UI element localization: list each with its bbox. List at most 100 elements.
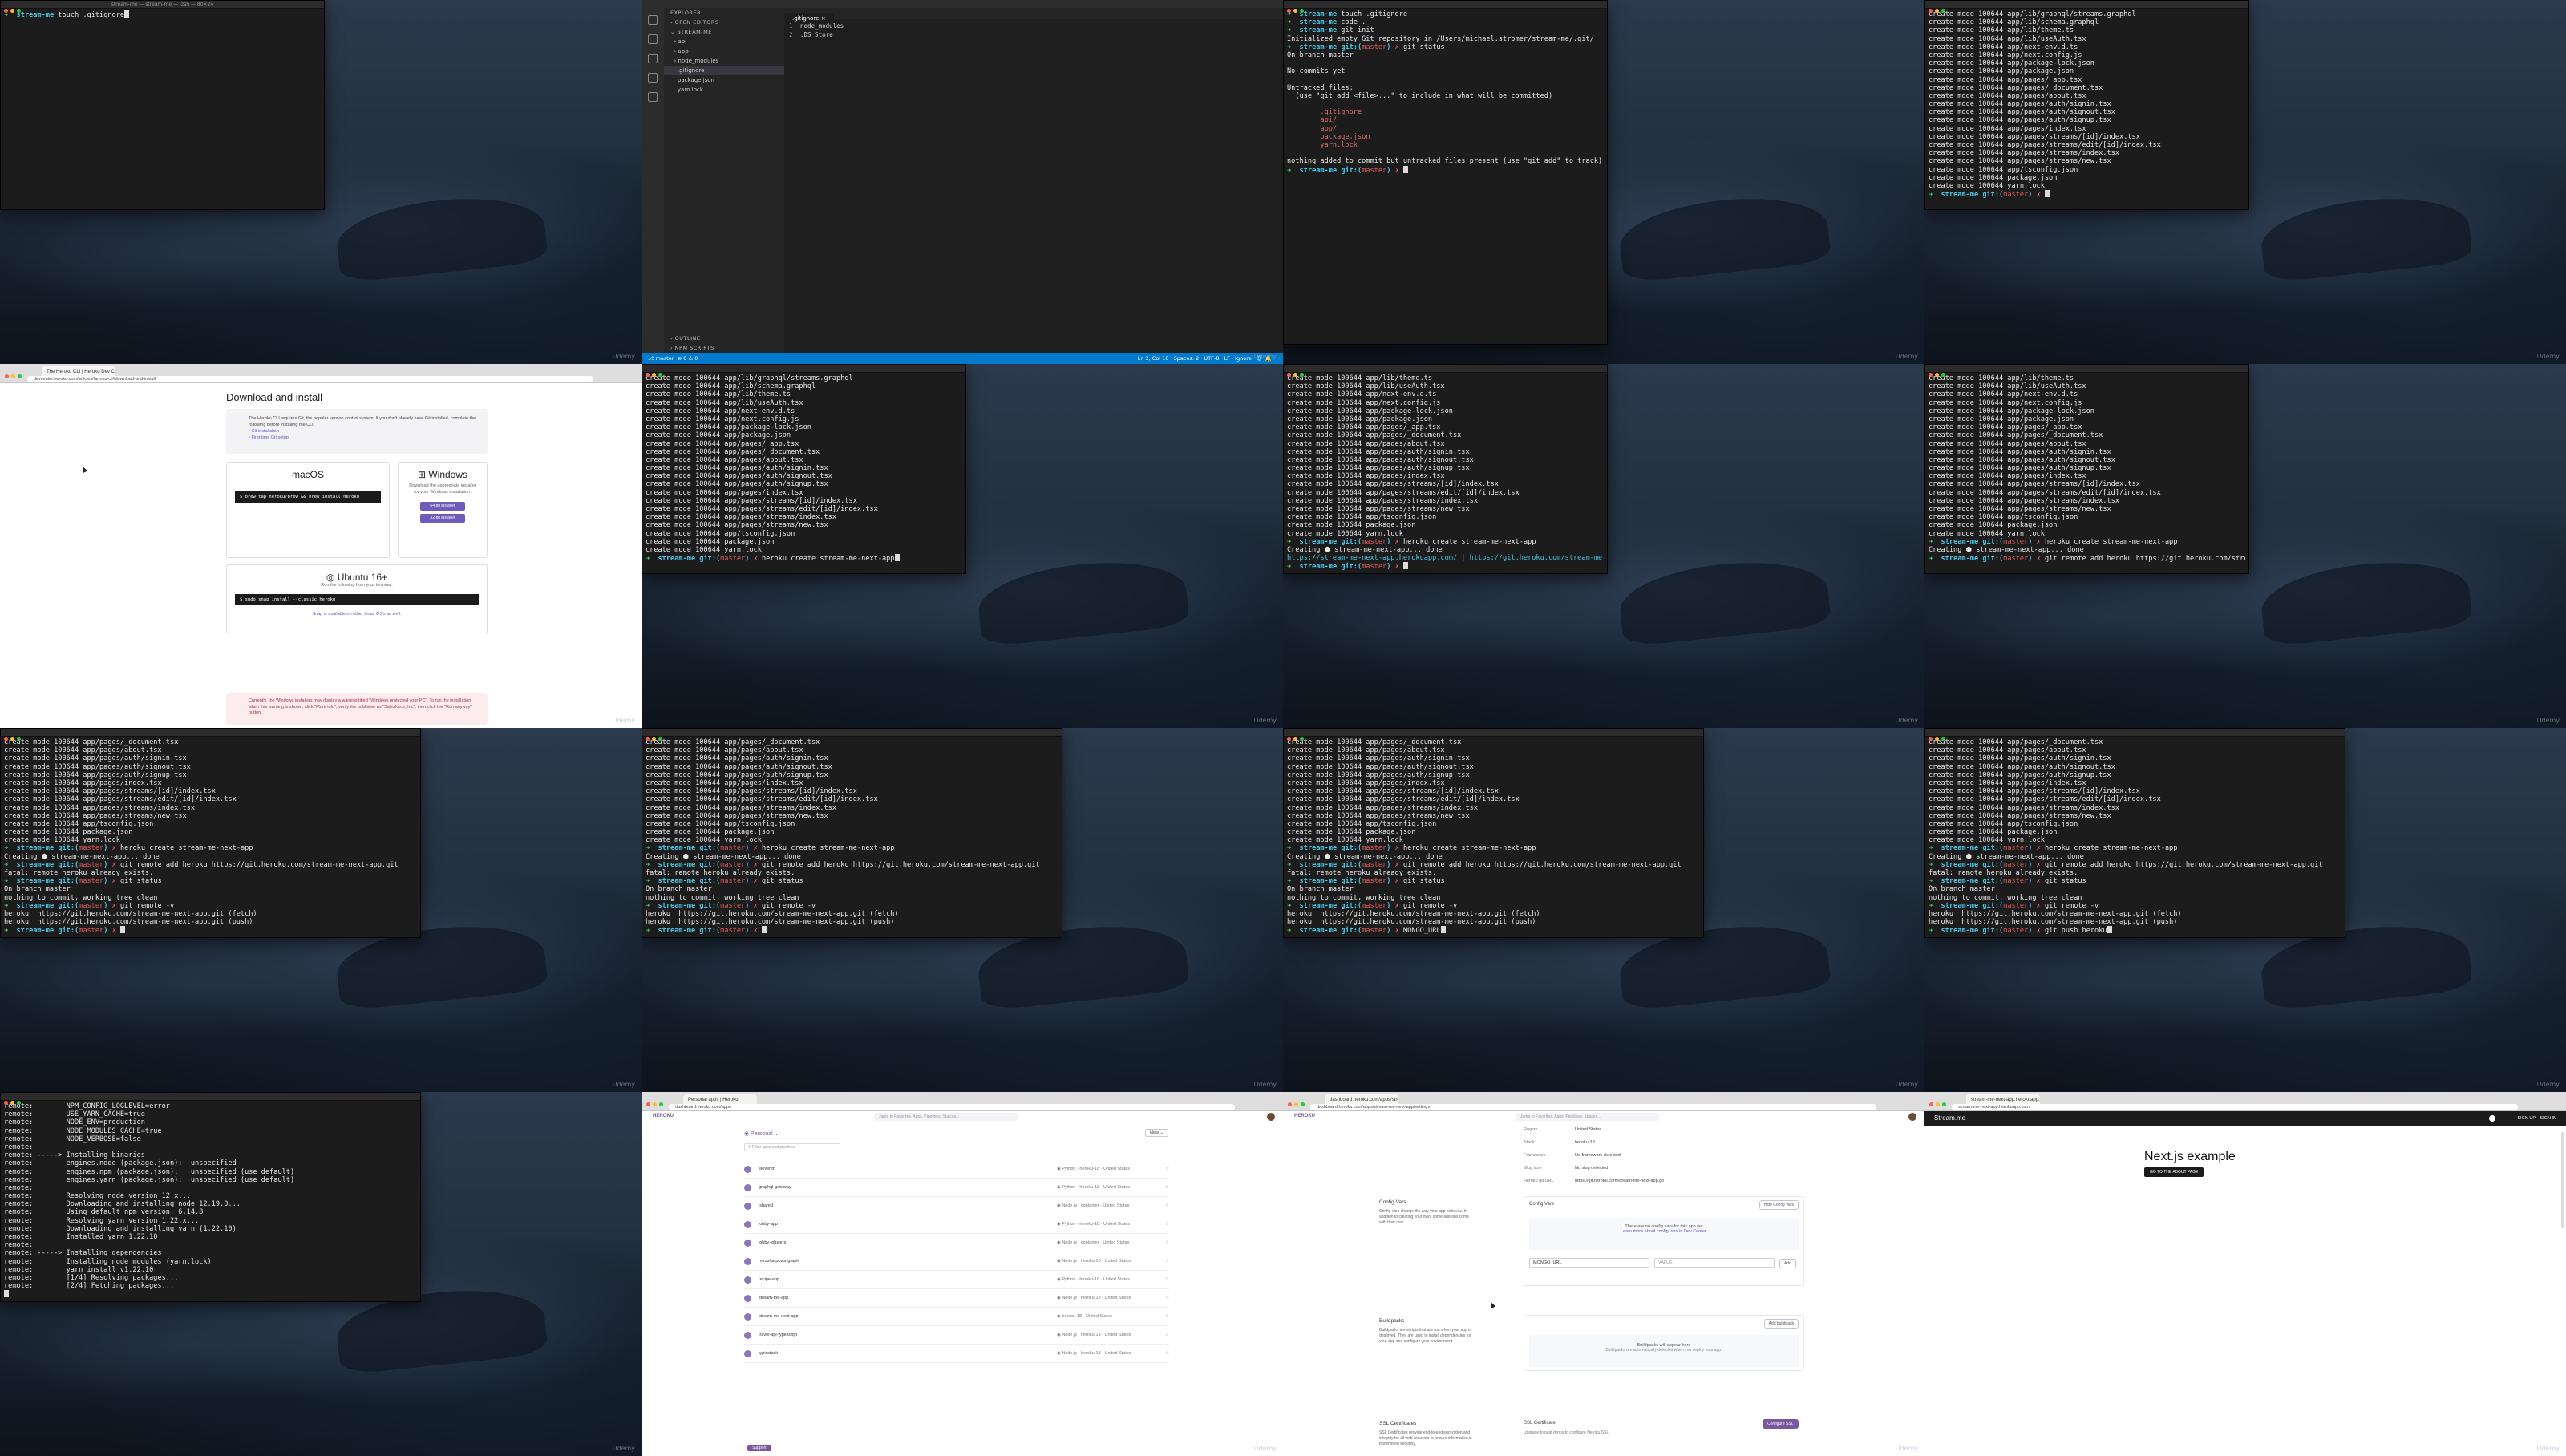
filter-input[interactable]: ⚲ Filter apps and pipelines xyxy=(744,1143,840,1151)
outline-section[interactable]: › OUTLINE xyxy=(664,334,701,343)
app-row[interactable]: graphql-gateway ◉ Python · heroku-18 · Un… xyxy=(744,1179,1169,1197)
64-bit-installer-button[interactable]: 64-bit installer xyxy=(420,502,465,511)
code-line[interactable]: 2 .DS_Store xyxy=(789,30,1278,39)
heroku-logo[interactable]: HEROKU xyxy=(1294,1114,1315,1118)
terminal-output[interactable]: create mode 100644 app/lib/graphql/strea… xyxy=(642,373,965,564)
terminal-output[interactable]: create mode 100644 app/pages/_document.t… xyxy=(642,737,1062,936)
debug-icon[interactable] xyxy=(648,73,658,83)
app-row[interactable]: stream-me-next-app ◉ heroku-18 · United S… xyxy=(744,1308,1169,1326)
app-name[interactable]: eleventh xyxy=(759,1167,775,1171)
new-button[interactable]: New ⌄ xyxy=(1145,1129,1169,1137)
star-icon[interactable]: ☆ xyxy=(1165,1240,1169,1245)
add-buildpack-button[interactable]: Add buildpack xyxy=(1763,1319,1799,1329)
terminal-output[interactable]: create mode 100644 app/lib/graphql/strea… xyxy=(1925,9,2248,200)
editor-area[interactable]: .gitignore × 1 node_modules 2 .DS_Store xyxy=(784,8,1283,353)
terminal-output[interactable]: create mode 100644 app/lib/theme.ts creat… xyxy=(1284,373,1607,572)
star-icon[interactable]: ☆ xyxy=(1165,1259,1169,1264)
window-controls[interactable] xyxy=(1929,2,1948,17)
star-icon[interactable]: ☆ xyxy=(1165,1222,1169,1227)
app-row[interactable]: ishared ◉ Node.js · container · United St… xyxy=(744,1198,1169,1215)
macos-command[interactable]: $ brew tap heroku/brew && brew install h… xyxy=(235,491,381,503)
file-tree-item[interactable]: .gitignore xyxy=(664,66,784,75)
title-bar[interactable] xyxy=(1284,1,1607,13)
app-row[interactable]: lobby-app ◉ Python · heroku-18 · United S… xyxy=(744,1216,1169,1234)
app-name[interactable]: stream-me-app xyxy=(759,1296,788,1300)
file-tree-item[interactable]: yarn.lock xyxy=(664,85,784,95)
star-icon[interactable]: ☆ xyxy=(1165,1314,1169,1319)
window-controls[interactable] xyxy=(1287,2,1306,17)
browser-window[interactable]: The Heroku CLI | Heroku Dev Centerdevcen… xyxy=(0,364,642,728)
file-tree-item[interactable]: › api xyxy=(664,37,784,47)
window-controls[interactable] xyxy=(1929,730,1948,745)
status-right[interactable]: Ln 2, Col 10 Spaces: 2 UTF-8 LF Ignore ☺… xyxy=(1138,353,1272,364)
sign-up-link[interactable]: SIGN UP xyxy=(2517,1111,2536,1126)
terminal-window[interactable]: create mode 100644 app/pages/_document.t… xyxy=(1283,728,1704,938)
title-bar[interactable]: stream-me — stream-me — -zsh — 80×24 xyxy=(1,1,324,13)
browser-window[interactable]: Personal apps | Heroku dashboard.heroku.c… xyxy=(642,1092,1283,1456)
browser-window[interactable]: dashboard.heroku.com/apps/stream-me-next… xyxy=(1283,1092,1924,1456)
terminal-window[interactable]: remote: NPM_CONFIG_LOGLEVEL=error remote:… xyxy=(0,1092,421,1302)
window-controls[interactable] xyxy=(1929,366,1948,381)
window-controls[interactable] xyxy=(5,368,24,382)
configure-ssl-button[interactable]: Configure SSL xyxy=(1763,1419,1799,1429)
info-value[interactable]: No framework detected xyxy=(1575,1153,1621,1158)
star-icon[interactable]: ☆ xyxy=(1165,1277,1169,1282)
code-editor[interactable]: 1 node_modules 2 .DS_Store xyxy=(784,19,1283,42)
title-bar[interactable] xyxy=(1925,365,2248,377)
title-bar[interactable] xyxy=(642,729,1062,741)
search-input[interactable]: Jump to Favorites, Apps, Pipelines, Spac… xyxy=(874,1113,1018,1121)
title-bar[interactable] xyxy=(1284,365,1607,377)
window-controls[interactable] xyxy=(1287,730,1306,745)
address-bar[interactable]: devcenter.heroku.com/articles/heroku-cli… xyxy=(27,376,593,382)
extensions-icon[interactable] xyxy=(648,92,658,102)
project-folder[interactable]: ⌄ STREAM-ME xyxy=(664,27,784,37)
terminal-window[interactable]: stream-me — stream-me — -zsh — 80×24 ➜ st… xyxy=(0,0,325,210)
npm-scripts-section[interactable]: › NPM SCRIPTS xyxy=(664,343,714,353)
window-controls[interactable] xyxy=(1288,1096,1307,1110)
window-controls[interactable] xyxy=(646,366,665,381)
title-bar[interactable] xyxy=(1925,729,2345,741)
vscode-window[interactable]: EXPLORER › OPEN EDITORS ⌄ STREAM-ME › api … xyxy=(642,0,1283,364)
terminal-window[interactable]: create mode 100644 app/lib/theme.ts creat… xyxy=(1283,364,1608,574)
star-icon[interactable]: ☆ xyxy=(1165,1333,1169,1337)
app-row[interactable]: typicstack ◉ Node.js · heroku-18 · United… xyxy=(744,1345,1169,1363)
source-control-icon[interactable] xyxy=(648,54,658,63)
terminal-output[interactable]: create mode 100644 app/pages/_document.t… xyxy=(1284,737,1703,936)
app-name[interactable]: mirosha-posts-graph xyxy=(759,1259,799,1264)
window-controls[interactable] xyxy=(4,730,23,745)
terminal-window[interactable]: create mode 100644 app/pages/_document.t… xyxy=(642,728,1062,938)
app-name[interactable]: graphql-gateway xyxy=(759,1185,791,1190)
app-name[interactable]: recipe-app xyxy=(759,1277,779,1282)
title-bar[interactable] xyxy=(642,365,965,377)
link-git-installation[interactable]: • Git installation xyxy=(249,428,481,435)
terminal-window[interactable]: create mode 100644 app/lib/graphql/strea… xyxy=(1924,0,2249,210)
info-value[interactable]: https://git.heroku.com/stream-me-next-ap… xyxy=(1575,1179,1664,1183)
file-tree-item[interactable]: › node_modules xyxy=(664,56,784,66)
app-name[interactable]: ishared xyxy=(759,1203,773,1208)
browser-window[interactable]: stream-me-next-app.herokuapp.comstream-m… xyxy=(1924,1092,2566,1456)
theme-toggle-icon[interactable] xyxy=(2489,1115,2495,1122)
32-bit-installer-button[interactable]: 32-bit installer xyxy=(420,514,465,523)
app-name[interactable]: typicstack xyxy=(759,1351,778,1356)
status-left[interactable]: ⎇ master ⊗ 0 ⚠ 0 xyxy=(648,355,698,362)
file-tree-item[interactable]: › app xyxy=(664,47,784,56)
avatar[interactable] xyxy=(1267,1113,1275,1121)
search-input[interactable]: Jump to Favorites, Apps, Pipelines, Spac… xyxy=(1516,1113,1660,1121)
window-controls[interactable] xyxy=(646,730,665,745)
file-tree-item[interactable]: package.json xyxy=(664,75,784,85)
app-name[interactable]: stream-me-next-app xyxy=(759,1314,799,1319)
add-config-var-button[interactable]: Add xyxy=(1779,1259,1796,1268)
address-bar[interactable]: stream-me-next-app.herokuapp.com xyxy=(1952,1104,2518,1110)
ubuntu-command[interactable]: $ sudo snap install --classic heroku xyxy=(235,593,479,605)
title-bar[interactable] xyxy=(1284,729,1703,741)
terminal-output[interactable]: ➜ stream-me touch .gitignore ➜ stream-me … xyxy=(1284,9,1607,176)
activity-bar[interactable] xyxy=(642,8,664,353)
brand-logo[interactable]: Stream.me xyxy=(1934,1111,1965,1126)
info-value[interactable]: United States xyxy=(1575,1127,1601,1132)
avatar[interactable] xyxy=(1908,1113,1916,1121)
terminal-output[interactable]: remote: NPM_CONFIG_LOGLEVEL=error remote:… xyxy=(1,1101,420,1300)
terminal-output[interactable]: create mode 100644 app/pages/_document.t… xyxy=(1925,737,2345,936)
star-icon[interactable]: ☆ xyxy=(1165,1167,1169,1171)
search-icon[interactable] xyxy=(648,34,658,44)
info-value[interactable]: heroku-18 xyxy=(1575,1140,1595,1145)
